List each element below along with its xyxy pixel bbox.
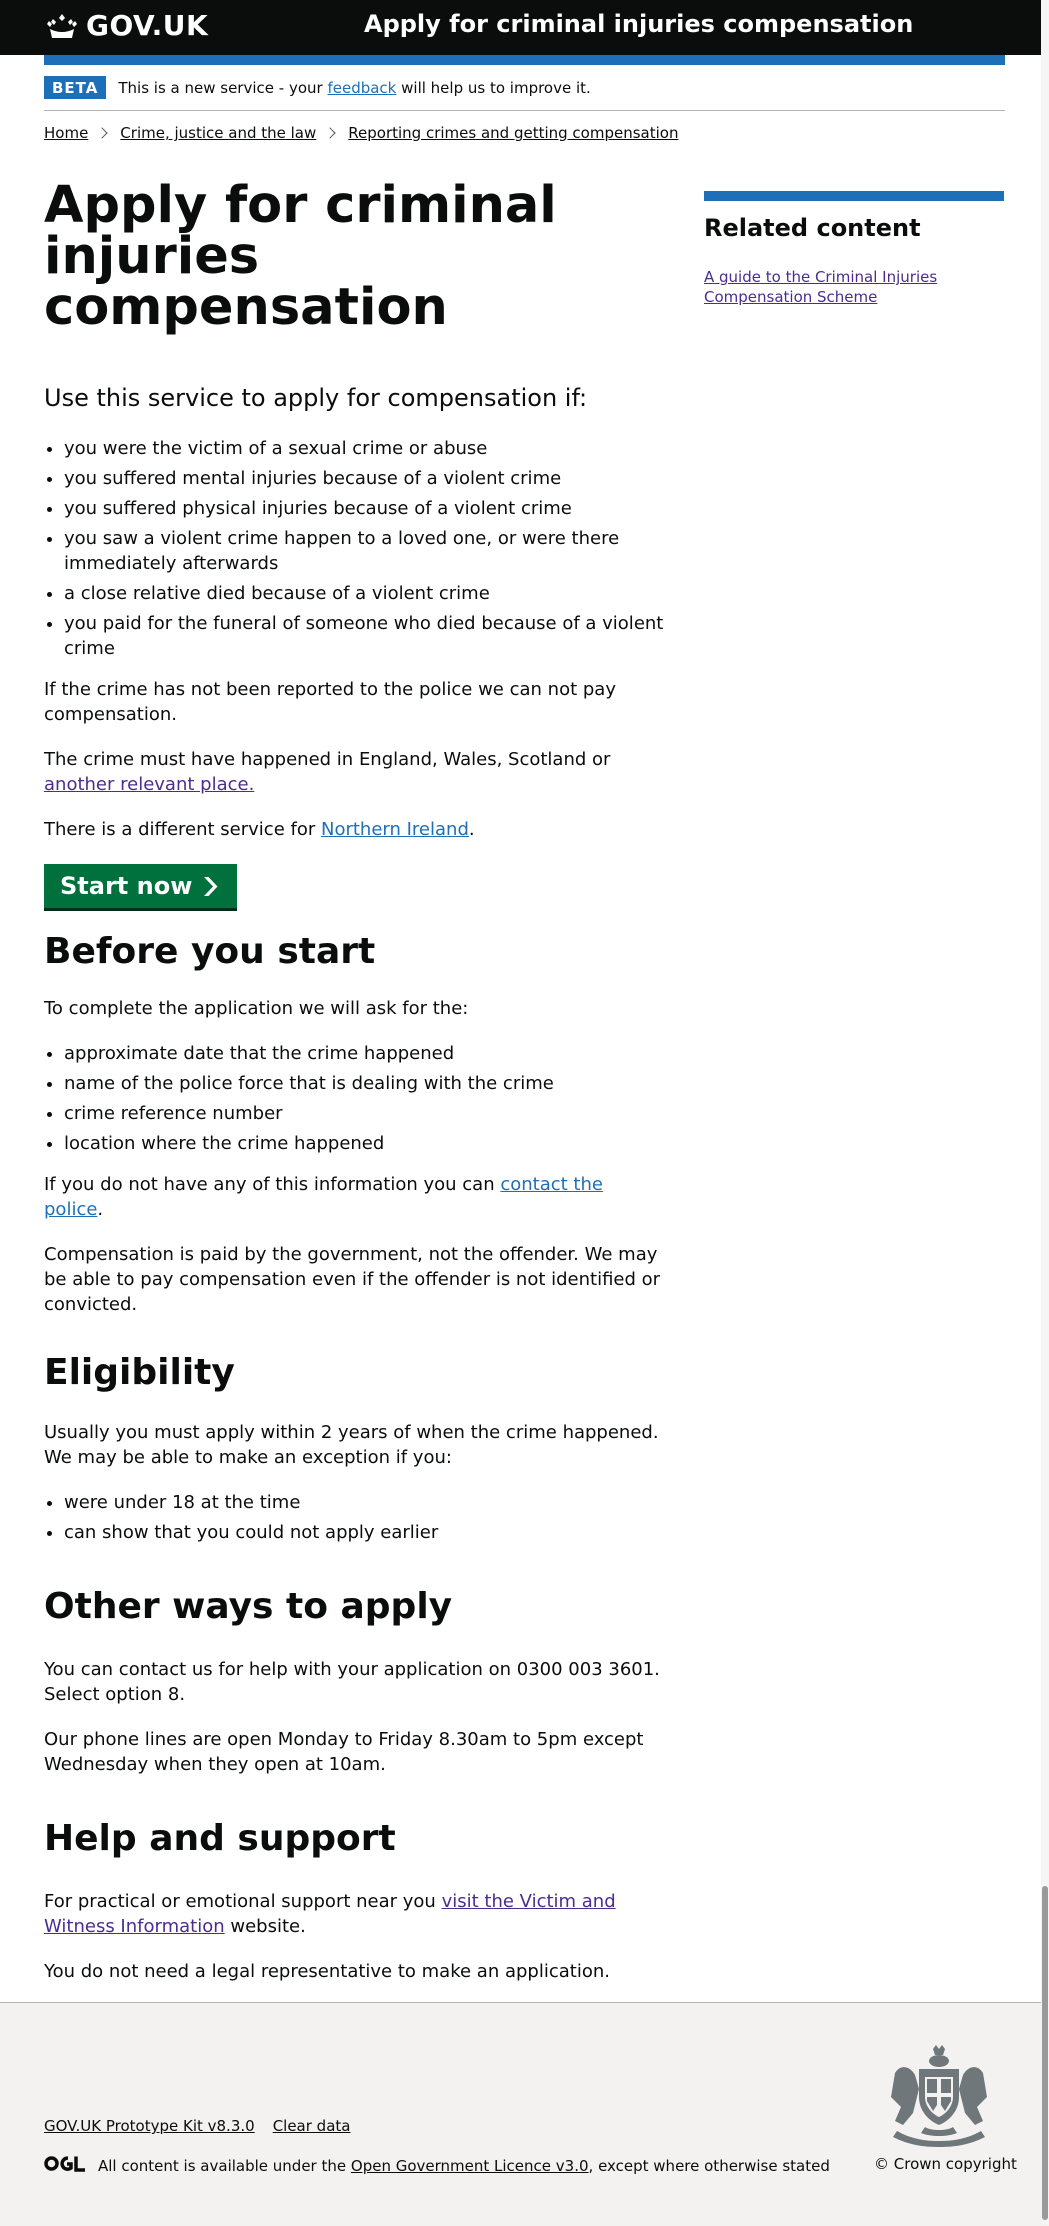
northern-ireland-link[interactable]: Northern Ireland	[321, 819, 469, 840]
crown-icon	[47, 13, 77, 38]
list-item: name of the police force that is dealing…	[64, 1071, 664, 1096]
before-you-start-heading: Before you start	[44, 931, 376, 973]
start-now-label: Start now	[60, 872, 193, 901]
main-content: Apply for criminal injuries compensation…	[44, 180, 664, 1984]
clear-data-link[interactable]: Clear data	[273, 2117, 351, 2135]
licence-text: All content is available under the Open …	[98, 2157, 830, 2175]
site-header: GOV.UK Apply for criminal injuries compe…	[0, 0, 1049, 55]
header-blue-bar	[44, 55, 1005, 65]
ni-end: .	[468, 819, 475, 841]
govuk-logo-link[interactable]: GOV.UK	[44, 9, 208, 42]
support-text: For practical or emotional support near …	[44, 1890, 436, 1912]
phone-hours-text: Our phone lines are open Monday to Frida…	[44, 1728, 644, 1775]
help-support-heading: Help and support	[44, 1817, 396, 1859]
prototype-kit-link[interactable]: GOV.UK Prototype Kit v8.3.0	[44, 2117, 255, 2135]
police-paragraph: If you do not have any of this informati…	[44, 1172, 664, 1222]
conditions-list: you were the victim of a sexual crime or…	[44, 436, 664, 661]
phase-banner: BETA This is a new service - your feedba…	[44, 65, 1005, 111]
other-ways-heading: Other ways to apply	[44, 1586, 453, 1628]
list-item: a close relative died because of a viole…	[64, 581, 664, 606]
cics-guide-link[interactable]: A guide to the Criminal Injuries Compens…	[704, 267, 1004, 307]
eligibility-intro: Usually you must apply within 2 years of…	[44, 1422, 659, 1469]
arrow-right-icon	[204, 876, 218, 896]
before-list: approximate date that the crime happened…	[44, 1041, 664, 1156]
related-content: Related content A guide to the Criminal …	[704, 191, 1004, 307]
footer-licence: All content is available under the Open …	[44, 2155, 830, 2176]
related-content-heading: Related content	[704, 214, 921, 242]
list-item: were under 18 at the time	[64, 1490, 664, 1515]
not-reported-text: If the crime has not been reported to th…	[44, 679, 616, 726]
list-item: location where the crime happened	[64, 1131, 664, 1156]
phase-text-before: This is a new service - your	[118, 78, 323, 97]
list-item: you were the victim of a sexual crime or…	[64, 436, 664, 461]
list-item: can show that you could not apply earlie…	[64, 1520, 664, 1545]
ni-text: There is a different service for	[44, 819, 316, 841]
support-end: website.	[230, 1915, 306, 1937]
list-item: you paid for the funeral of someone who …	[64, 611, 664, 661]
phase-banner-text: This is a new service - your feedback wi…	[118, 79, 590, 97]
site-footer: GOV.UK Prototype Kit v8.3.0 Clear data A…	[0, 2002, 1049, 2226]
feedback-link[interactable]: feedback	[327, 79, 396, 97]
beta-tag: BETA	[44, 76, 107, 99]
chevron-right-icon	[96, 127, 108, 139]
page-title: Apply for criminal injuries compensation	[44, 176, 557, 337]
licence-text-after: , except where otherwise stated	[588, 2156, 830, 2175]
crown-copyright: © Crown copyright	[874, 2155, 1017, 2173]
logo-text: GOV.UK	[86, 9, 209, 42]
breadcrumb-crime-justice[interactable]: Crime, justice and the law	[120, 124, 316, 142]
police-text: If you do not have any of this informati…	[44, 1173, 495, 1195]
phase-text-after: will help us to improve it.	[401, 78, 591, 97]
breadcrumb-reporting-crimes[interactable]: Reporting crimes and getting compensatio…	[348, 124, 678, 142]
support-paragraph: For practical or emotional support near …	[44, 1889, 664, 1939]
chevron-right-icon	[324, 127, 336, 139]
location-text: The crime must have happened in England,…	[44, 749, 611, 771]
royal-coat-of-arms-icon	[891, 2045, 987, 2147]
ogl-link[interactable]: Open Government Licence v3.0	[351, 2157, 589, 2175]
before-intro: To complete the application we will ask …	[44, 997, 469, 1019]
list-item: you saw a violent crime happen to a love…	[64, 526, 664, 576]
licence-text-before: All content is available under the	[98, 2156, 347, 2175]
eligibility-list: were under 18 at the time can show that …	[44, 1490, 664, 1545]
lead-paragraph: Use this service to apply for compensati…	[44, 384, 588, 412]
phone-text: You can contact us for help with your ap…	[44, 1658, 660, 1705]
legal-rep-text: You do not need a legal representative t…	[44, 1960, 610, 1982]
police-end: .	[97, 1198, 104, 1220]
breadcrumb-home[interactable]: Home	[44, 124, 88, 142]
list-item: approximate date that the crime happened	[64, 1041, 664, 1066]
scrollbar-thumb[interactable]	[1042, 1886, 1048, 2220]
ni-paragraph: There is a different service for Norther…	[44, 817, 664, 842]
compensation-paid-text: Compensation is paid by the government, …	[44, 1243, 661, 1315]
eligibility-heading: Eligibility	[44, 1351, 235, 1393]
list-item: you suffered physical injuries because o…	[64, 496, 664, 521]
ogl-logo-icon	[44, 2155, 86, 2176]
list-item: crime reference number	[64, 1101, 664, 1126]
another-place-link[interactable]: another relevant place.	[44, 774, 254, 795]
list-item: you suffered mental injuries because of …	[64, 466, 664, 491]
breadcrumb: Home Crime, justice and the law Reportin…	[44, 124, 678, 142]
location-paragraph: The crime must have happened in England,…	[44, 747, 664, 797]
footer-links: GOV.UK Prototype Kit v8.3.0 Clear data	[44, 2117, 350, 2135]
service-name-link[interactable]: Apply for criminal injuries compensation	[364, 10, 913, 38]
start-now-button[interactable]: Start now	[44, 864, 238, 909]
